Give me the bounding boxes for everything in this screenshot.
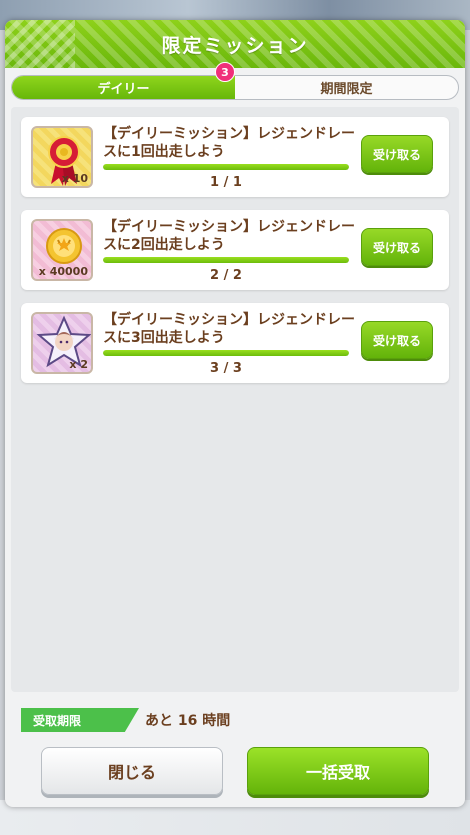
mission-title: 【デイリーミッション】レジェンドレースに3回出走しよう: [103, 312, 355, 346]
mission-progress-bar: [103, 350, 349, 356]
mission-dialog: 限定ミッション デイリー 3 期間限定 x 10 【デイリーミッション】レジェン…: [5, 20, 465, 807]
claim-button[interactable]: 受け取る: [361, 321, 433, 359]
mission-title: 【デイリーミッション】レジェンドレースに2回出走しよう: [103, 219, 355, 253]
mission-progress-text: 1 / 1: [210, 175, 242, 190]
close-button[interactable]: 閉じる: [41, 747, 223, 795]
mission-progress-bar: [103, 257, 349, 263]
progress-fill: [103, 164, 349, 170]
progress-fill: [103, 257, 349, 263]
mission-item: x 10 【デイリーミッション】レジェンドレースに1回出走しよう 1 / 1 受…: [21, 117, 449, 197]
reward-count: x 10: [61, 172, 88, 185]
tab-bar: デイリー 3 期間限定: [11, 62, 459, 100]
claim-all-button[interactable]: 一括受取: [247, 747, 429, 795]
deadline-value: あと 16 時間: [145, 713, 231, 729]
mission-title: 【デイリーミッション】レジェンドレースに1回出走しよう: [103, 126, 355, 160]
claim-button[interactable]: 受け取る: [361, 228, 433, 266]
tab-daily-label: デイリー: [97, 82, 150, 97]
reward-count: x 40000: [38, 265, 88, 278]
tab-daily[interactable]: デイリー 3: [12, 62, 235, 99]
mission-item: x 40000 【デイリーミッション】レジェンドレースに2回出走しよう 2 / …: [21, 210, 449, 290]
dialog-header: 限定ミッション: [5, 20, 465, 68]
tab-limited-label: 期間限定: [320, 82, 373, 97]
reward-count: x 2: [69, 358, 88, 371]
mission-list[interactable]: x 10 【デイリーミッション】レジェンドレースに1回出走しよう 1 / 1 受…: [11, 107, 459, 692]
mission-item: x 2 【デイリーミッション】レジェンドレースに3回出走しよう 3 / 3 受け…: [21, 303, 449, 383]
claim-button[interactable]: 受け取る: [361, 135, 433, 173]
mission-progress-text: 2 / 2: [210, 268, 242, 283]
tab-limited[interactable]: 期間限定: [235, 76, 458, 99]
progress-fill: [103, 350, 349, 356]
deadline-label: 受取期限: [21, 708, 139, 732]
mission-progress-bar: [103, 164, 349, 170]
mission-progress-text: 3 / 3: [210, 361, 242, 376]
reward-icon-box: x 40000: [31, 219, 93, 281]
dialog-title: 限定ミッション: [161, 34, 309, 57]
reward-icon-box: x 10: [31, 126, 93, 188]
header-decoration: [5, 20, 75, 68]
reward-icon-box: x 2: [31, 312, 93, 374]
notification-badge: 3: [215, 62, 235, 82]
